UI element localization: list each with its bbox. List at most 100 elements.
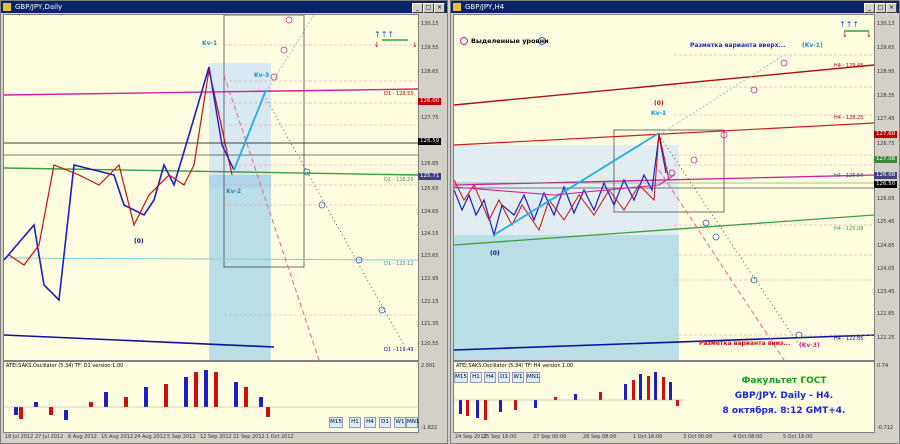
price-plot-daily[interactable]: Kv-1 Kv-3 Kv-2 (0) D1 - 128.55 D1 - 126.… [3,14,419,361]
lower-variant-tag: (Kv-3) [799,342,820,349]
close-button[interactable]: × [886,3,897,13]
legend-circle-magenta [460,37,468,45]
lower-variant-label: Разметка варианта вниз... [699,340,790,347]
maximize-button[interactable]: □ [423,3,434,13]
y-tick: 128.65 [421,69,439,75]
label-kv1: Kv-1 [202,40,217,47]
osc-tick: 2.001 [421,363,436,369]
upper-variant-label: Разметка варианта вверх... [690,42,785,49]
oscillator-panel-daily[interactable]: ATEI.SAKS.Oscillator (5.34) TF: D1 versi… [3,361,419,433]
price-tag: 126.59 [418,138,442,145]
y-tick: 124.65 [421,209,439,215]
price-tag: 126.00 [418,98,442,105]
oscillator-title: ATEI.SAKS.Oscillator (5.34) TF: D1 versi… [6,363,124,369]
y-tick: 125.65 [421,186,439,192]
tf-h1-button[interactable]: H1 [349,417,361,428]
annotation-1: H4 - 129.45 [834,63,863,69]
y-tick: 128.95 [877,69,895,75]
x-tick: 6 Aug 2012 [68,434,97,440]
upper-markers [270,16,293,81]
caption-line-3: 8 октября. 8:12 GMT+4. [722,406,846,416]
minimize-button[interactable]: _ [864,3,875,13]
price-tag: 127.60 [874,131,898,138]
minimize-button[interactable]: _ [412,3,423,13]
window-title: GBP/JPY,H4 [465,3,505,11]
annotation-2: H4 - 128.25 [834,115,863,121]
label-kv2: Kv-2 [226,188,241,195]
price-tag: 125.71 [418,173,442,180]
window-title: GBP/JPY,Daily [15,3,63,11]
x-tick: 28 Sep 08:00 [583,434,617,440]
price-chart-svg: Выделенные уровни Разметка варианта ввер… [453,20,875,361]
projection-up [263,14,315,96]
down-arrow-icon-2: ↓ [866,31,872,39]
chart-app-icon [3,3,11,11]
label-wave-0: (0) [134,238,144,245]
x-tick: 5 Sep 2012 [167,434,196,440]
level-markers [303,168,386,314]
x-tick: 1 Oct 16:00 [633,434,663,440]
annotation-5: H4 - 122.85 [834,336,863,342]
down-arrow-icon: ↓ [374,41,380,49]
price-tag: 127.08 [874,156,898,163]
osc-tick: -1.822 [421,425,438,431]
y-tick: 127.75 [421,115,439,121]
x-tick: 27 Sep 00:00 [533,434,567,440]
oscillator-panel-h4[interactable]: ATEI.SAKS.Oscillator (5.34) TF: H4 versi… [453,361,875,433]
window-titlebar[interactable]: GBP/JPY,Daily _ □ × [1,1,447,13]
caption-block: Факультет ГОСТ GBP/JPY. Daily - H4. 8 ок… [694,374,874,419]
annotation-3: D1 - 123.12 [384,261,414,267]
label-wave-0: (0) [490,250,500,257]
chart-window-h4[interactable]: GBP/JPY,H4 _ □ × Выделенные уровни Разме… [450,0,900,444]
price-tag: 126.50 [874,181,898,188]
up-wave [3,66,210,302]
y-tick: 122.85 [877,311,895,317]
y-tick: 129.65 [877,45,895,51]
level-markers [702,219,803,339]
tf-h4-button[interactable]: H4 [364,417,376,428]
y-tick: 130.15 [421,21,439,27]
x-tick: 1 Oct 2012 [266,434,294,440]
x-tick: 5 Oct 16:00 [783,434,813,440]
x-tick: 27 Jul 2012 [35,434,64,440]
red-level-upper [453,64,875,106]
y-tick: 122.15 [421,299,439,305]
tf-mn1-button[interactable]: MN1 [406,417,419,428]
down-arrow-icon: ↓ [842,31,848,39]
y-tick: 123.45 [877,289,895,295]
x-tick: 24 Sep 2012 [455,434,487,440]
y-tick: 124.85 [877,243,895,249]
y-tick: 120.55 [421,341,439,347]
label-kv1: Kv-1 [651,110,666,117]
up-arrows-icon: ↑↑↑ [374,30,394,39]
y-tick: 124.15 [421,231,439,237]
window-titlebar[interactable]: GBP/JPY,H4 _ □ × [451,1,899,13]
upper-variant-tag: (Kv-1) [802,42,823,49]
close-button[interactable]: × [434,3,445,13]
y-tick: 124.05 [877,266,895,272]
upper-markers [668,59,788,177]
tf-w1-button[interactable]: W1 [394,417,406,428]
fib-zone-lower [454,235,679,360]
tf-d1-button[interactable]: D1 [379,417,391,428]
y-tick: 130.13 [877,21,895,27]
caption-line-1: Факультет ГОСТ [741,376,827,386]
y-tick: 126.75 [877,141,895,147]
fib-zone-lower [209,175,271,360]
up-arrows-icon: ↑↑↑ [839,20,859,29]
x-tick: 12 Sep 2012 [200,434,232,440]
y-tick: 125.45 [877,219,895,225]
y-tick: 126.85 [421,161,439,167]
legend-text: Выделенные уровни [471,37,549,45]
chart-window-daily[interactable]: GBP/JPY,Daily _ □ × Kv-1 Kv-3 Kv-2 (0) D… [0,0,448,444]
maximize-button[interactable]: □ [875,3,886,13]
x-tick: 25 Sep 16:00 [483,434,517,440]
projection-up [658,54,785,136]
projection-down [658,134,800,346]
down-arrow-icon-2: ↓ [412,41,418,49]
annotation-2: D1 - 126.25 [384,177,414,183]
tf-m15-button[interactable]: M15 [329,417,343,428]
annotation-4: D1 - 119.49 [384,347,414,353]
x-tick: 18 Jul 2012 [5,434,34,440]
price-plot-h4[interactable]: Выделенные уровни Разметка варианта ввер… [453,14,875,361]
